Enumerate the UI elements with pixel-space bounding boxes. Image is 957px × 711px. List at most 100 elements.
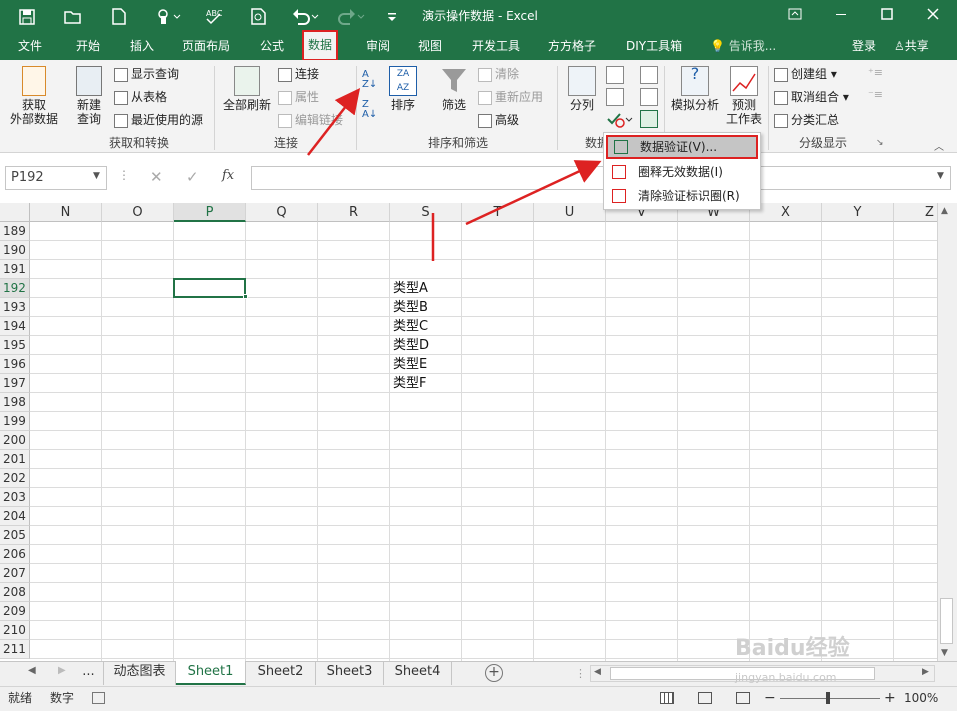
column-header-q[interactable]: Q bbox=[246, 203, 318, 222]
touch-mode-icon[interactable] bbox=[150, 0, 188, 33]
name-box[interactable]: P192 bbox=[5, 166, 107, 190]
row-header-209[interactable]: 209 bbox=[0, 602, 30, 621]
row-header-195[interactable]: 195 bbox=[0, 336, 30, 355]
row-header-192[interactable]: 192 bbox=[0, 279, 30, 298]
sort-descending-icon[interactable]: Z A↓ bbox=[362, 100, 380, 120]
from-table-button[interactable]: 从表格 bbox=[114, 87, 167, 107]
tell-me-box[interactable]: 💡 告诉我... bbox=[710, 33, 776, 60]
advanced-filter-button[interactable]: 高级 bbox=[478, 110, 519, 130]
row-header-194[interactable]: 194 bbox=[0, 317, 30, 336]
what-if-analysis-button[interactable]: ? 模拟分析 bbox=[668, 66, 722, 113]
ribbon-display-icon[interactable] bbox=[772, 0, 818, 33]
insert-function-icon[interactable]: fx bbox=[222, 168, 234, 183]
scroll-left-icon[interactable]: ◀ bbox=[594, 667, 601, 677]
column-header-s[interactable]: S bbox=[390, 203, 462, 222]
zoom-slider[interactable] bbox=[780, 698, 880, 699]
row-header-191[interactable]: 191 bbox=[0, 260, 30, 279]
chevron-down-icon[interactable]: ▼ bbox=[93, 171, 100, 181]
save-icon[interactable] bbox=[12, 0, 42, 33]
cell-s197[interactable]: 类型F bbox=[391, 374, 461, 393]
scroll-down-icon[interactable]: ▼ bbox=[941, 648, 948, 658]
recent-sources-button[interactable]: 最近使用的源 bbox=[114, 110, 203, 130]
connections-button[interactable]: 连接 bbox=[278, 64, 319, 84]
tab-page-layout[interactable]: 页面布局 bbox=[182, 33, 230, 60]
formula-input[interactable] bbox=[251, 166, 951, 190]
dialog-launcher-icon[interactable]: ↘ bbox=[876, 138, 886, 148]
tab-home[interactable]: 开始 bbox=[76, 33, 100, 60]
tab-developer[interactable]: 开发工具 bbox=[472, 33, 520, 60]
more-sheets-button[interactable]: ... bbox=[74, 661, 104, 685]
collapse-ribbon-icon[interactable]: ︿ bbox=[934, 138, 948, 153]
sheet-tab-sheet4[interactable]: Sheet4 bbox=[384, 661, 452, 685]
relationships-icon[interactable] bbox=[640, 88, 658, 106]
fill-handle[interactable] bbox=[243, 294, 248, 299]
row-header-210[interactable]: 210 bbox=[0, 621, 30, 640]
tab-view[interactable]: 视图 bbox=[418, 33, 442, 60]
zoom-slider-thumb[interactable] bbox=[826, 692, 830, 704]
subtotal-button[interactable]: 分类汇总 bbox=[774, 110, 839, 130]
prev-sheet-icon[interactable]: ◀ bbox=[28, 665, 36, 676]
column-header-o[interactable]: O bbox=[102, 203, 174, 222]
vertical-scrollbar[interactable] bbox=[937, 203, 957, 661]
close-icon[interactable] bbox=[910, 0, 956, 33]
column-header-n[interactable]: N bbox=[30, 203, 102, 222]
column-header-t[interactable]: T bbox=[462, 203, 534, 222]
maximize-icon[interactable] bbox=[864, 0, 910, 33]
tab-formulas[interactable]: 公式 bbox=[260, 33, 284, 60]
tab-split-handle[interactable]: ⋮ bbox=[575, 667, 586, 680]
group-button[interactable]: 创建组 ▾ bbox=[774, 64, 837, 84]
row-header-203[interactable]: 203 bbox=[0, 488, 30, 507]
sign-in-link[interactable]: 登录 bbox=[852, 33, 876, 60]
minimize-icon[interactable] bbox=[818, 0, 864, 33]
filter-button[interactable]: 筛选 bbox=[434, 66, 474, 112]
row-header-207[interactable]: 207 bbox=[0, 564, 30, 583]
sheet-tab-sheet1[interactable]: Sheet1 bbox=[176, 661, 246, 685]
page-break-view-icon[interactable] bbox=[736, 692, 750, 704]
data-validation-dropdown[interactable] bbox=[606, 110, 634, 128]
worksheet-grid[interactable] bbox=[0, 203, 937, 661]
row-header-208[interactable]: 208 bbox=[0, 583, 30, 602]
macro-record-icon[interactable] bbox=[92, 692, 105, 704]
tab-review[interactable]: 审阅 bbox=[366, 33, 390, 60]
cell-s195[interactable]: 类型D bbox=[391, 336, 461, 355]
row-header-190[interactable]: 190 bbox=[0, 241, 30, 260]
new-query-button[interactable]: 新建 查询 bbox=[66, 66, 112, 126]
sort-ascending-icon[interactable]: A Z↓ bbox=[362, 70, 380, 90]
normal-view-icon[interactable] bbox=[660, 692, 674, 704]
row-header-197[interactable]: 197 bbox=[0, 374, 30, 393]
cell-s192[interactable]: 类型A bbox=[391, 279, 461, 298]
row-header-202[interactable]: 202 bbox=[0, 469, 30, 488]
tab-ffcell[interactable]: 方方格子 bbox=[548, 33, 596, 60]
refresh-all-button[interactable]: 全部刷新 bbox=[218, 66, 276, 112]
column-header-p[interactable]: P bbox=[174, 203, 246, 222]
row-header-193[interactable]: 193 bbox=[0, 298, 30, 317]
tab-data[interactable]: 数据 bbox=[302, 30, 339, 61]
zoom-in-icon[interactable]: + bbox=[884, 686, 896, 711]
add-sheet-icon[interactable]: + bbox=[485, 664, 503, 682]
select-all-corner[interactable] bbox=[0, 203, 30, 222]
data-model-icon[interactable] bbox=[640, 110, 658, 128]
zoom-out-icon[interactable]: − bbox=[764, 686, 776, 711]
forecast-sheet-button[interactable]: 预测 工作表 bbox=[724, 66, 764, 126]
share-button[interactable]: ♙共享 bbox=[894, 33, 929, 60]
row-header-200[interactable]: 200 bbox=[0, 431, 30, 450]
row-header-189[interactable]: 189 bbox=[0, 222, 30, 241]
row-header-198[interactable]: 198 bbox=[0, 393, 30, 412]
column-header-r[interactable]: R bbox=[318, 203, 390, 222]
expand-formula-icon[interactable]: ▼ bbox=[937, 171, 944, 181]
vertical-scroll-thumb[interactable] bbox=[940, 598, 953, 644]
ungroup-button[interactable]: 取消组合 ▾ bbox=[774, 87, 849, 107]
new-icon[interactable] bbox=[104, 0, 134, 33]
column-header-y[interactable]: Y bbox=[822, 203, 894, 222]
spelling-icon[interactable]: ABC bbox=[198, 0, 228, 33]
cell-s194[interactable]: 类型C bbox=[391, 317, 461, 336]
row-header-199[interactable]: 199 bbox=[0, 412, 30, 431]
remove-duplicates-icon[interactable] bbox=[606, 88, 624, 106]
show-queries-button[interactable]: 显示查询 bbox=[114, 64, 179, 84]
page-layout-view-icon[interactable] bbox=[698, 692, 712, 704]
sheet-tab-sheet3[interactable]: Sheet3 bbox=[316, 661, 384, 685]
menu-item-clear-circles[interactable]: 清除验证标识圈(R) bbox=[606, 184, 758, 208]
sheet-tab-dynamic-chart[interactable]: 动态图表 bbox=[104, 661, 176, 685]
menu-item-data-validation[interactable]: 数据验证(V)... bbox=[606, 135, 758, 159]
sort-button[interactable]: ZA AZ 排序 bbox=[384, 66, 422, 112]
